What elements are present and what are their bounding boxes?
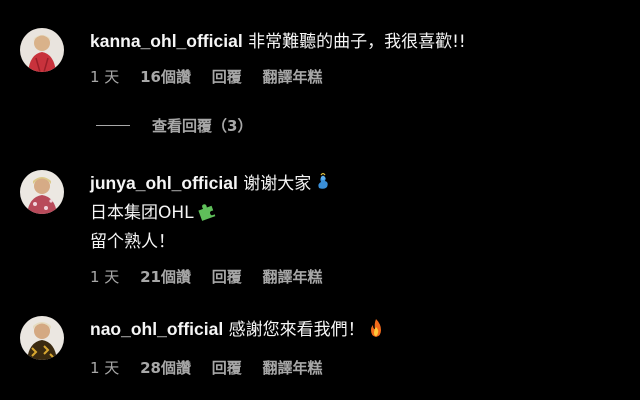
timestamp: 1 天 <box>90 68 120 86</box>
comment-meta: 1 天 21個讚 回覆 翻譯年糕 <box>90 267 620 287</box>
genie-emoji-icon <box>313 172 333 200</box>
like-count[interactable]: 16個讚 <box>140 67 191 87</box>
comment-meta: 1 天 28個讚 回覆 翻譯年糕 <box>90 358 620 378</box>
fire-emoji-icon <box>367 318 385 346</box>
comment-body: kanna_ohl_official 非常難聽的曲子，我很喜歡!! 1 天 16… <box>90 28 620 87</box>
username-link[interactable]: kanna_ohl_official <box>90 31 243 51</box>
avatar[interactable] <box>20 316 64 360</box>
avatar[interactable] <box>20 170 64 214</box>
username-link[interactable]: junya_ohl_official <box>90 173 238 193</box>
like-count[interactable]: 28個讚 <box>140 358 191 378</box>
avatar[interactable] <box>20 28 64 72</box>
comment-body: nao_ohl_official 感謝您來看我們！ 1 天 28個讚 回覆 翻譯… <box>90 316 620 378</box>
translate-button[interactable]: 翻譯年糕 <box>263 358 323 378</box>
divider-line <box>96 125 130 126</box>
comment-line: 留个熟人！ <box>90 229 620 255</box>
comment-text: 非常難聽的曲子，我很喜歡!! <box>248 32 466 52</box>
view-replies-label: 查看回覆（3） <box>152 117 253 135</box>
comment-line: kanna_ohl_official 非常難聽的曲子，我很喜歡!! <box>90 28 620 55</box>
timestamp: 1 天 <box>90 268 120 286</box>
reply-button[interactable]: 回覆 <box>212 67 242 87</box>
comment-line: nao_ohl_official 感謝您來看我們！ <box>90 316 620 346</box>
translate-button[interactable]: 翻譯年糕 <box>263 267 323 287</box>
view-replies-button[interactable]: 查看回覆（3） <box>96 116 252 136</box>
comment-body: junya_ohl_official 谢谢大家 日本集团OHL 留个熟人！ 1 … <box>90 170 620 287</box>
comment-meta: 1 天 16個讚 回覆 翻譯年糕 <box>90 67 620 87</box>
reply-button[interactable]: 回覆 <box>212 267 242 287</box>
avatar-image <box>20 316 64 360</box>
comment-text: 谢谢大家 <box>243 174 312 194</box>
comment-text: 日本集团OHL <box>90 203 194 223</box>
timestamp: 1 天 <box>90 359 120 377</box>
avatar-image <box>20 28 64 72</box>
like-count[interactable]: 21個讚 <box>140 267 191 287</box>
username-link[interactable]: nao_ohl_official <box>90 319 223 339</box>
comment-text: 感謝您來看我們！ <box>228 320 365 340</box>
translate-button[interactable]: 翻譯年糕 <box>263 67 323 87</box>
reply-button[interactable]: 回覆 <box>212 358 242 378</box>
puzzle-piece-icon <box>196 201 216 229</box>
avatar-image <box>20 170 64 214</box>
comment-line: junya_ohl_official 谢谢大家 <box>90 170 620 200</box>
comment-text: 留个熟人！ <box>90 232 175 252</box>
comment-line: 日本集团OHL <box>90 200 620 229</box>
